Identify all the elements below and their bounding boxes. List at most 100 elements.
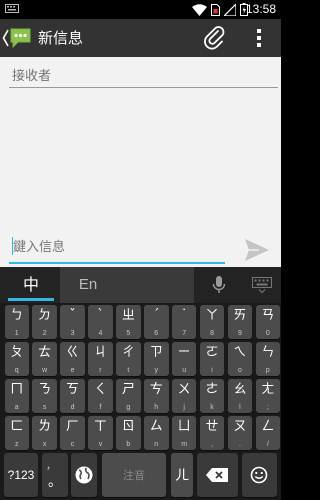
key-hint: 6 xyxy=(154,330,159,337)
key-3-1[interactable]: ㄌx xyxy=(32,416,57,450)
key-hint: f xyxy=(99,404,102,411)
key-1-8[interactable]: ㄟo xyxy=(227,342,253,376)
key-hint: 2 xyxy=(42,330,47,337)
key-hint: p xyxy=(265,367,270,374)
mode-english-tab[interactable]: En xyxy=(60,267,116,303)
key-hint: t xyxy=(127,367,130,374)
key-0-0[interactable]: ㄅ1 xyxy=(4,305,29,339)
key-2-4[interactable]: ㄕg xyxy=(116,379,141,413)
back-chevron-icon[interactable] xyxy=(2,29,9,47)
language-key[interactable] xyxy=(71,453,97,497)
key-0-7[interactable]: ㄚ8 xyxy=(199,305,225,339)
key-3-0[interactable]: ㄈz xyxy=(4,416,29,450)
key-hint: 8 xyxy=(210,330,214,337)
comma-label: ， xyxy=(46,461,56,472)
key-hint: w xyxy=(42,367,48,374)
key-hint: 5 xyxy=(126,330,131,337)
key-3-4[interactable]: ㄖb xyxy=(116,416,141,450)
key-symbol: ㄐ xyxy=(93,345,107,360)
microphone-icon[interactable] xyxy=(211,275,227,295)
key-hint: 3 xyxy=(70,330,75,337)
key-symbol: ㄘ xyxy=(149,382,163,397)
key-2-7[interactable]: ㄜk xyxy=(199,379,225,413)
key-2-9[interactable]: ㄤ; xyxy=(255,379,281,413)
emoji-key[interactable] xyxy=(242,453,277,497)
key-symbol: ㄊ xyxy=(38,345,52,360)
key-3-7[interactable]: ㄝ, xyxy=(199,416,225,450)
mode-chinese-tab[interactable]: 中 xyxy=(8,268,54,301)
key-2-8[interactable]: ㄠl xyxy=(227,379,253,413)
key-1-1[interactable]: ㄊw xyxy=(32,342,57,376)
key-hint: k xyxy=(210,404,214,411)
overflow-menu-icon[interactable] xyxy=(254,28,264,48)
key-0-9[interactable]: ㄢ0 xyxy=(255,305,281,339)
key-hint: u xyxy=(182,367,187,374)
signal-icon xyxy=(224,3,236,16)
key-0-3[interactable]: ˋ4 xyxy=(88,305,113,339)
key-symbol: ㄗ xyxy=(149,345,163,360)
key-0-8[interactable]: ㄞ9 xyxy=(227,305,253,339)
key-2-2[interactable]: ㄎd xyxy=(60,379,85,413)
page-title: 新信息 xyxy=(38,29,84,47)
key-symbol: ㄆ xyxy=(10,345,24,360)
recipient-input[interactable] xyxy=(9,65,278,88)
er-key[interactable]: ㄦ xyxy=(171,453,193,497)
key-0-1[interactable]: ㄉ2 xyxy=(32,305,57,339)
key-3-9[interactable]: ㄥ / xyxy=(255,416,281,450)
key-1-7[interactable]: ㄛi xyxy=(199,342,225,376)
key-1-3[interactable]: ㄐr xyxy=(88,342,113,376)
key-symbol: ㄉ xyxy=(38,308,52,323)
key-symbol: ㄨ xyxy=(177,382,191,397)
key-symbol: ㄎ xyxy=(66,382,80,397)
key-3-8[interactable]: ㄡ. xyxy=(227,416,253,450)
key-symbol: ㄖ xyxy=(121,419,135,434)
key-0-4[interactable]: ㄓ5 xyxy=(116,305,141,339)
key-symbol: ㄈ xyxy=(10,419,24,434)
attach-icon[interactable] xyxy=(203,26,227,50)
key-0-6[interactable]: ˙ 7 xyxy=(171,305,197,339)
key-2-0[interactable]: ㄇa xyxy=(4,379,29,413)
key-symbol: ˇ xyxy=(69,308,76,323)
status-time: 13:58 xyxy=(245,2,276,16)
key-1-0[interactable]: ㄆq xyxy=(4,342,29,376)
key-symbol: ㄑ xyxy=(93,382,107,397)
punctuation-key[interactable]: ， 。 xyxy=(42,453,68,497)
key-1-5[interactable]: ㄗy xyxy=(144,342,169,376)
key-symbol: ˋ xyxy=(97,308,104,323)
message-field[interactable] xyxy=(9,232,225,264)
key-symbol: ㄚ xyxy=(205,308,219,323)
key-symbol: ㄡ xyxy=(233,419,247,434)
key-hint: . xyxy=(238,441,241,448)
key-3-3[interactable]: ㄒv xyxy=(88,416,113,450)
er-key-label: ㄦ xyxy=(175,468,189,484)
key-hint: / xyxy=(266,441,269,448)
key-hint: l xyxy=(239,404,241,411)
space-key[interactable]: 注音 xyxy=(102,453,166,497)
globe-icon xyxy=(75,466,93,484)
key-2-6[interactable]: ㄨj xyxy=(171,379,197,413)
key-2-5[interactable]: ㄘh xyxy=(144,379,169,413)
key-3-5[interactable]: ㄙn xyxy=(144,416,169,450)
send-icon[interactable] xyxy=(244,238,270,262)
hide-keyboard-icon[interactable] xyxy=(252,277,272,293)
key-0-2[interactable]: ˇ3 xyxy=(60,305,85,339)
emoji-icon xyxy=(250,466,268,484)
key-symbol: ㄒ xyxy=(93,419,107,434)
compose-area xyxy=(0,57,281,267)
keyboard-suggestion-bar: 中 En xyxy=(0,267,281,303)
key-1-6[interactable]: ㄧu xyxy=(171,342,197,376)
key-3-6[interactable]: ㄩm xyxy=(171,416,197,450)
key-hint: e xyxy=(70,367,75,374)
message-input[interactable] xyxy=(13,236,221,258)
keyboard-icon xyxy=(5,4,19,13)
delete-key[interactable] xyxy=(197,453,238,497)
messaging-app-icon[interactable] xyxy=(9,27,32,49)
key-1-4[interactable]: ㄔt xyxy=(116,342,141,376)
key-2-1[interactable]: ㄋs xyxy=(32,379,57,413)
symbols-key[interactable]: ?123 xyxy=(4,453,38,497)
key-2-3[interactable]: ㄑf xyxy=(88,379,113,413)
key-1-2[interactable]: ㄍe xyxy=(60,342,85,376)
key-0-5[interactable]: ˊ6 xyxy=(144,305,169,339)
key-1-9[interactable]: ㄣp xyxy=(255,342,281,376)
key-3-2[interactable]: ㄏc xyxy=(60,416,85,450)
